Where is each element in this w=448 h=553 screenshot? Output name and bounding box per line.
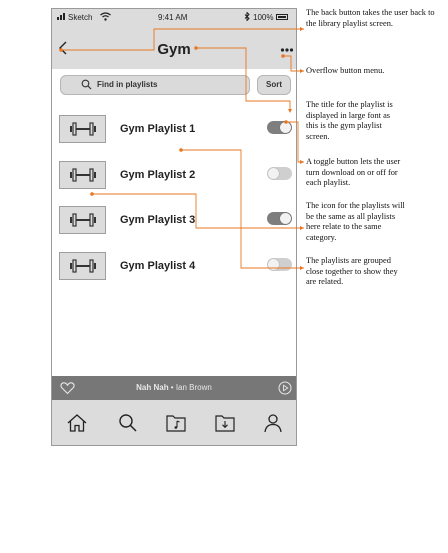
leader-arrowhead [300, 27, 304, 31]
leader-arrowhead [300, 160, 304, 164]
annotation-grouping: The playlists are grouped close together… [306, 256, 398, 286]
leader-arrowhead [300, 226, 304, 230]
leader-playlist-icon [92, 193, 304, 229]
leader-dot [90, 192, 94, 196]
annotation-back-button: The back button takes the user back to t… [306, 8, 435, 28]
annotation-toggle: A toggle button lets the user turn downl… [306, 157, 401, 187]
leader-overflow [283, 55, 304, 72]
leader-back-button [61, 28, 304, 51]
leader-arrowhead [288, 109, 292, 113]
annotation-overflow: Overflow button menu. [306, 66, 385, 75]
leader-grouping [181, 149, 304, 269]
leader-title [196, 47, 291, 111]
leader-dot [59, 48, 63, 52]
annotation-title: The title for the playlist is displayed … [306, 100, 393, 141]
leader-dot [281, 54, 285, 58]
leader-arrowhead [300, 69, 304, 73]
leader-dot [179, 148, 183, 152]
leader-dot [284, 120, 288, 124]
leader-toggle [286, 121, 304, 163]
annotation-playlist-icon: The icon for the playlists will be the s… [306, 201, 405, 242]
leader-dot [194, 46, 198, 50]
leader-arrowhead [300, 266, 304, 270]
